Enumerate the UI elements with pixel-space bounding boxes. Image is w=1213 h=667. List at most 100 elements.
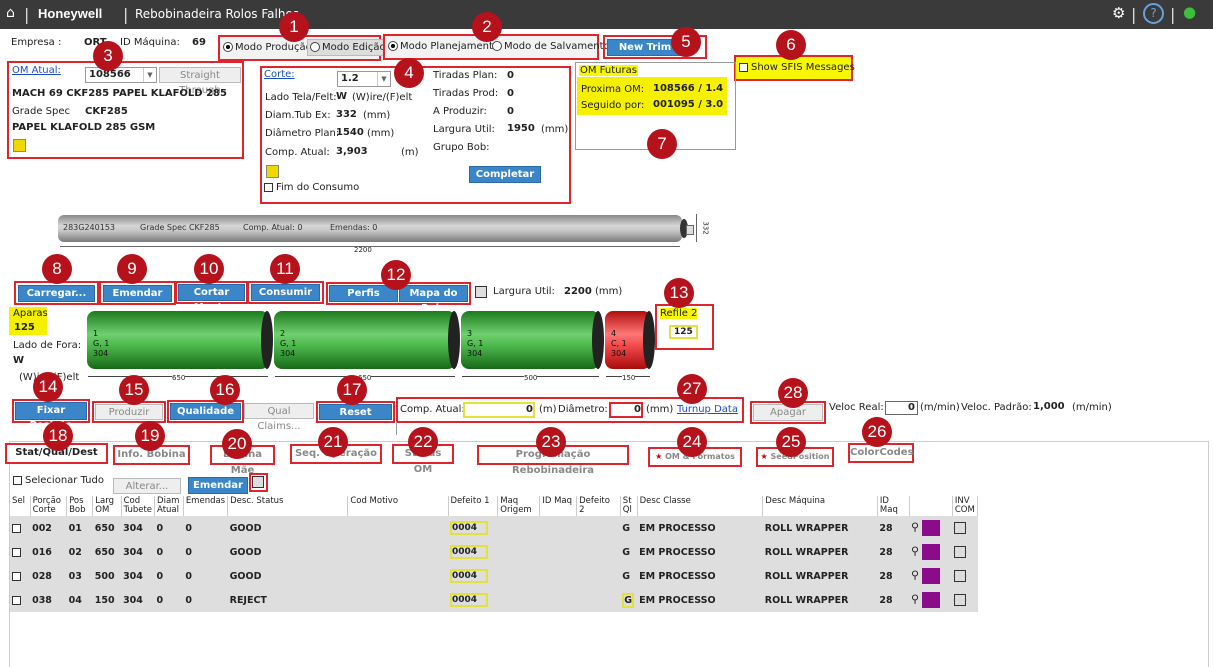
row-select-checkbox[interactable]	[12, 523, 21, 533]
table-header-cell[interactable]: Porção Corte	[30, 496, 68, 516]
fixar-posicao-button[interactable]: Fixar Posição	[15, 402, 87, 431]
emendar-button[interactable]: Emendar	[103, 285, 172, 302]
table-cell: 0004	[448, 516, 498, 540]
color-swatch[interactable]	[922, 568, 941, 584]
corte-select[interactable]: 1.2 ▼	[337, 71, 391, 87]
table-header-cell[interactable]: Desc Classe	[637, 496, 764, 516]
parent-roll[interactable]: 283G240153 Grade Spec CKF285 Comp. Atual…	[58, 215, 682, 242]
inventory-icon[interactable]	[954, 570, 967, 582]
color-swatch[interactable]	[922, 592, 941, 608]
table-cell	[577, 516, 621, 540]
radio-modo-salvamento[interactable]: Modo de Salvamento	[492, 41, 610, 52]
cortar-manta-button[interactable]: Cortar Manta	[178, 284, 245, 313]
table-header-cell[interactable]	[909, 496, 953, 516]
table-header-cell[interactable]: Cod Motivo	[347, 496, 449, 516]
table-header-cell[interactable]: St Ql	[620, 496, 638, 516]
table-header-cell[interactable]: Larg OM	[92, 496, 122, 516]
parent-roll-emendas: Emendas: 0	[330, 223, 378, 232]
child-roll-2-text: 2 G, 1 304	[280, 329, 297, 358]
color-swatch[interactable]	[922, 544, 941, 560]
notes-icon[interactable]	[13, 139, 26, 152]
defeito-1-field[interactable]: 0004	[450, 593, 489, 607]
table-row[interactable]: 028 03 500 304 0 0 GOOD 0004 G EM PROCESSO ROLL WR…	[10, 564, 978, 588]
gear-icon[interactable]: ⚙	[1112, 4, 1125, 22]
fim-consumo-checkbox[interactable]: Fim do Consumo	[264, 182, 359, 193]
refile-value[interactable]: 125	[669, 325, 698, 339]
comp-atual-input[interactable]: 0	[463, 402, 535, 418]
table-header-cell[interactable]: Desc Máquina	[762, 496, 878, 516]
reset-button[interactable]: Reset	[319, 404, 392, 420]
table-header-cell[interactable]: ID Maq	[877, 496, 910, 516]
table-header-cell[interactable]: Cod Tubete	[121, 496, 156, 516]
produzir-button[interactable]: Produzir	[95, 404, 163, 420]
tiradas-prod-label: Tiradas Prod:	[433, 88, 499, 99]
defeito-1-field[interactable]: 0004	[450, 569, 489, 583]
table-header-cell[interactable]: Desc. Status	[227, 496, 349, 516]
child-roll-4[interactable]: 4 C, 1 304	[605, 311, 655, 369]
table-row[interactable]: 016 02 650 304 0 0 GOOD 0004 G EM PROCESSO ROLL WR…	[10, 540, 978, 564]
export-icon[interactable]	[252, 476, 264, 488]
defeito-1-field[interactable]: 0004	[450, 521, 489, 535]
select-all-checkbox[interactable]: Selecionar Tudo	[13, 475, 104, 486]
om-atual-select[interactable]: 108566 ▼	[85, 67, 157, 83]
completar-button[interactable]: Completar	[469, 166, 541, 183]
table-header-cell[interactable]: INV COM	[952, 496, 979, 516]
qualidade-button[interactable]: Qualidade	[170, 403, 241, 420]
straight-through-button[interactable]: Straight Through	[159, 67, 241, 96]
roll-map-icon[interactable]	[475, 286, 487, 298]
diametro-input[interactable]: 0	[609, 402, 643, 418]
row-select-checkbox[interactable]	[12, 571, 21, 581]
table-header-cell[interactable]: Defeito 1	[448, 496, 499, 516]
inventory-icon[interactable]	[954, 546, 967, 558]
om-atual-link[interactable]: OM Atual:	[12, 65, 61, 76]
defeito-1-field[interactable]: 0004	[450, 545, 489, 559]
inventory-icon[interactable]	[954, 594, 967, 606]
row-select-checkbox[interactable]	[12, 595, 21, 605]
color-swatch[interactable]	[922, 520, 941, 536]
user-icon[interactable]: ●	[1183, 3, 1196, 21]
child-roll-1[interactable]: 1 G, 1 304	[87, 311, 273, 369]
table-header-cell[interactable]: ID Maq	[539, 496, 578, 516]
table-header-cell[interactable]: Sel	[10, 496, 31, 516]
row-select-checkbox[interactable]	[12, 547, 21, 557]
diam-plan-unit: (mm)	[367, 128, 395, 139]
table-row[interactable]: 002 01 650 304 0 0 GOOD 0004 G EM PROCESSO ROLL WR…	[10, 516, 978, 540]
search-icon[interactable]: ⚲	[911, 569, 919, 582]
show-sfis-checkbox[interactable]: Show SFIS Messages	[739, 62, 855, 73]
notes-icon[interactable]	[266, 165, 279, 178]
radio-modo-edicao[interactable]: Modo Edição	[307, 39, 389, 56]
search-icon[interactable]: ⚲	[911, 593, 919, 606]
child-roll-3[interactable]: 3 G, 1 304	[461, 311, 604, 369]
star-icon: ★	[655, 452, 663, 461]
cell-tubete: 304	[123, 594, 143, 606]
veloc-real-input[interactable]: 0	[885, 401, 918, 415]
st-ql-value: G	[622, 592, 635, 608]
consumir-button[interactable]: Consumir	[251, 284, 320, 301]
search-icon[interactable]: ⚲	[911, 545, 919, 558]
help-icon[interactable]: ?	[1143, 3, 1164, 24]
home-icon[interactable]: ⌂	[6, 5, 15, 21]
table-header-cell[interactable]: Emendas	[183, 496, 229, 516]
corte-link[interactable]: Corte:	[264, 69, 295, 80]
alterar-button[interactable]: Alterar...	[113, 478, 181, 494]
radio-modo-planejamento[interactable]: Modo Planejamento	[388, 41, 499, 52]
search-icon[interactable]: ⚲	[911, 521, 919, 534]
mapa-rolo-button[interactable]: Mapa do Rolo	[399, 285, 468, 314]
om-description: MACH 69 CKF285 PAPEL KLAFOLD 285	[12, 88, 227, 99]
carregar-button[interactable]: Carregar...	[18, 285, 95, 302]
table-header-cell[interactable]: Defeito 2	[576, 496, 621, 516]
turnup-data-link[interactable]: Turnup Data	[677, 404, 738, 415]
radio-modo-producao[interactable]: Modo Produção	[223, 42, 312, 53]
inventory-icon[interactable]	[954, 522, 967, 534]
table-header-cell[interactable]: Pos Bob	[66, 496, 94, 516]
table-header-cell[interactable]: Maq Origem	[497, 496, 541, 516]
table-header-cell[interactable]: Diam Atual	[154, 496, 184, 516]
callout-badge: 26	[862, 417, 892, 447]
table-cell: ⚲	[909, 516, 952, 540]
roll-3-width: 500	[524, 374, 538, 382]
child-roll-2[interactable]: 2 G, 1 304	[274, 311, 460, 369]
cell-emendas: 0	[185, 594, 192, 606]
table-emendar-button[interactable]: Emendar	[188, 477, 248, 494]
table-row[interactable]: 038 04 150 304 0 0 REJECT 0004 G EM PROCESSO ROLL …	[10, 588, 978, 612]
qual-claims-button[interactable]: Qual Claims...	[244, 403, 314, 432]
